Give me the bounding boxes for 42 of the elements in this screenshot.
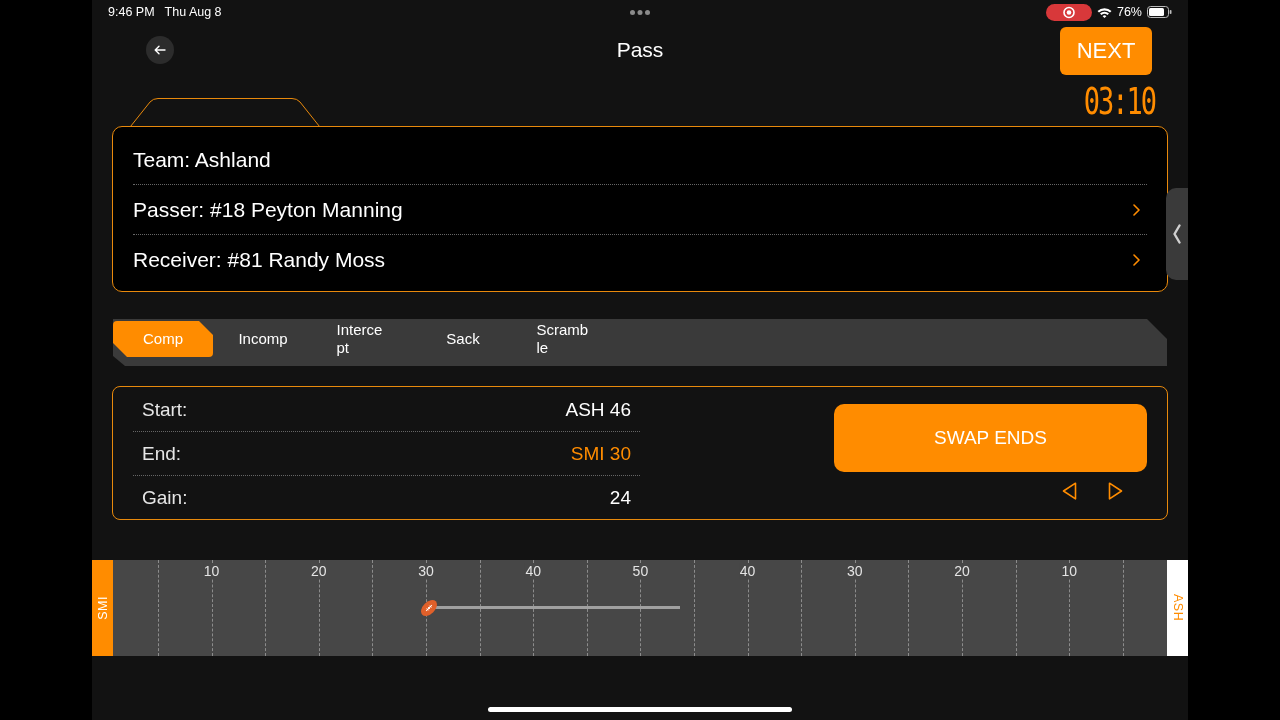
battery-percent: 76%	[1116, 5, 1142, 19]
yard-number: 20	[310, 563, 328, 579]
back-button[interactable]	[146, 36, 174, 64]
yard-number: 10	[202, 563, 221, 579]
spot-value: 24	[609, 486, 631, 509]
spot-label: End:	[142, 442, 182, 465]
result-tab[interactable]: Intercept	[313, 321, 413, 357]
arrow-left-icon	[154, 45, 166, 55]
triangle-right-icon[interactable]	[1108, 482, 1123, 500]
yard-number: 30	[417, 563, 435, 579]
wifi-icon	[1096, 6, 1112, 18]
spot-label: Start:	[142, 398, 188, 421]
yard-number: 50	[631, 563, 650, 579]
football-icon[interactable]	[419, 598, 440, 618]
yard-number: 10	[1060, 563, 1078, 579]
info-row-label: Team: Ashland	[133, 147, 271, 172]
yard-number: 20	[953, 563, 971, 579]
info-row-label: Passer: #18 Peyton Manning	[133, 197, 403, 222]
yard-number: 40	[524, 563, 542, 579]
status-time: 9:46 PM	[108, 5, 155, 19]
status-date: Thu Aug 8	[164, 5, 222, 19]
end-zone-label: ASH	[1170, 594, 1185, 622]
game-clock: 03:10	[1083, 83, 1155, 121]
result-tab[interactable]: Sack	[413, 321, 513, 357]
screen-title: Pass	[616, 38, 664, 62]
recording-indicator-icon[interactable]	[1045, 3, 1092, 21]
triangle-left-icon[interactable]	[1062, 482, 1077, 500]
yard-number: 40	[738, 563, 757, 579]
spot-value: SMI 30	[570, 442, 631, 465]
spot-label: Gain:	[142, 486, 188, 509]
info-row-label: Receiver: #81 Randy Moss	[133, 247, 386, 272]
more-dots-icon[interactable]	[630, 9, 650, 15]
yard-number: 30	[846, 563, 864, 579]
chevron-right-icon[interactable]	[1133, 253, 1140, 266]
chevron-left-icon	[1173, 224, 1181, 244]
end-zone-label: SMI	[95, 596, 110, 620]
result-tab[interactable]: Incomp	[213, 321, 313, 357]
result-tab[interactable]: Scramble	[513, 321, 613, 357]
spot-value: ASH 46	[565, 398, 631, 421]
chevron-right-icon[interactable]	[1133, 203, 1140, 216]
side-panel-handle[interactable]	[1166, 188, 1188, 280]
battery-icon	[1147, 6, 1172, 18]
